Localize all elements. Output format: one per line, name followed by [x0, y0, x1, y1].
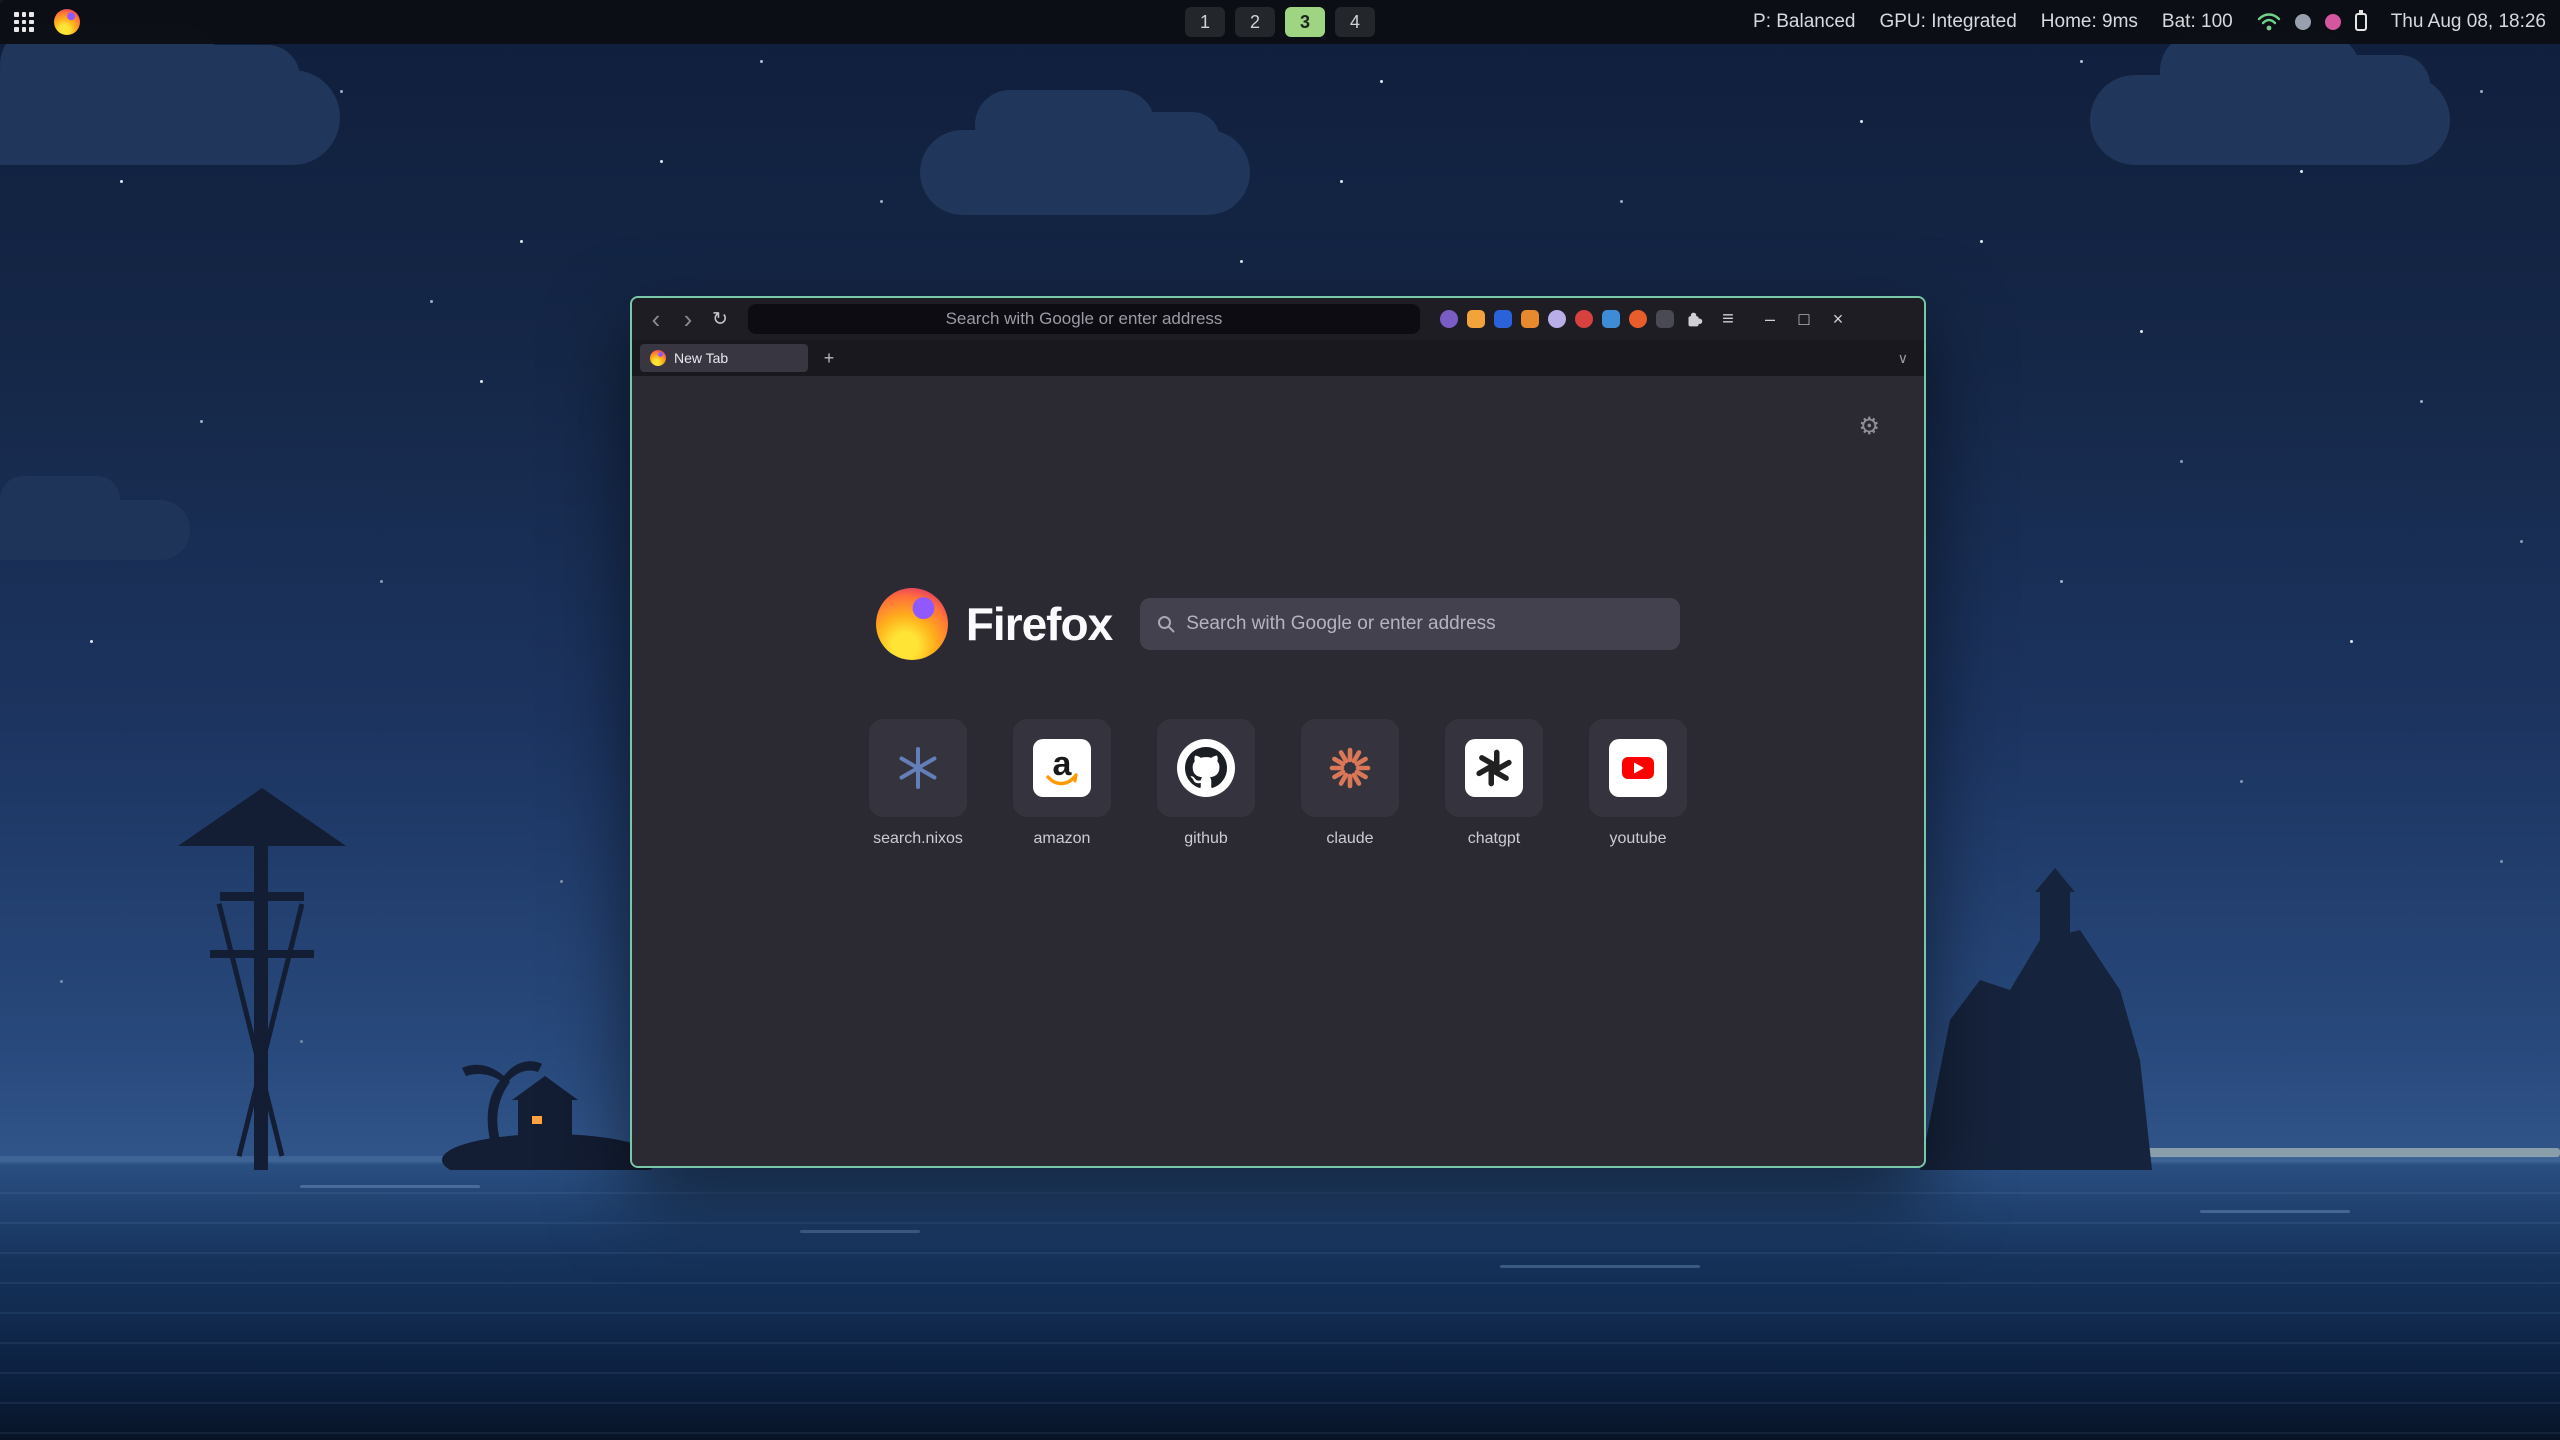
- firefox-wordmark: Firefox: [966, 597, 1112, 651]
- reload-button[interactable]: ↻: [706, 305, 734, 333]
- extension-icon-2[interactable]: [1467, 310, 1485, 328]
- url-bar[interactable]: [748, 304, 1420, 334]
- cloud: [920, 130, 1250, 215]
- new-tab-button[interactable]: +: [816, 345, 842, 371]
- newtab-hero: Firefox: [632, 588, 1924, 660]
- list-all-tabs-chevron-icon[interactable]: ∨: [1898, 350, 1908, 367]
- newtab-search-box[interactable]: [1140, 598, 1680, 650]
- workspace-switcher: 1 2 3 4: [1185, 0, 1375, 44]
- search-icon: [1156, 614, 1176, 634]
- shortcut-youtube[interactable]: youtube: [1589, 719, 1687, 848]
- hut-window-light: [532, 1116, 542, 1124]
- battery-icon[interactable]: [2355, 13, 2367, 31]
- extension-icon-8[interactable]: [1629, 310, 1647, 328]
- window-controls: – □ ×: [1756, 305, 1852, 333]
- youtube-icon: [1614, 744, 1662, 792]
- forward-button[interactable]: ›: [674, 305, 702, 333]
- bluetooth-icon[interactable]: [2295, 14, 2311, 30]
- tab-strip: New Tab + ∨: [632, 340, 1924, 376]
- shortcut-chatgpt[interactable]: chatgpt: [1445, 719, 1543, 848]
- claude-starburst-icon: [1326, 744, 1374, 792]
- workspace-button-1[interactable]: 1: [1185, 7, 1225, 37]
- extension-icon-6[interactable]: [1575, 310, 1593, 328]
- shortcut-claude[interactable]: claude: [1301, 719, 1399, 848]
- svg-text:a: a: [1053, 745, 1073, 783]
- openai-icon: [1472, 746, 1516, 790]
- close-button[interactable]: ×: [1824, 305, 1852, 333]
- app-launcher-icon[interactable]: [14, 12, 34, 32]
- gpu-module: GPU: Integrated: [1879, 11, 2016, 33]
- extension-icon-4[interactable]: [1521, 310, 1539, 328]
- newtab-search-input[interactable]: [1186, 613, 1664, 635]
- hamburger-menu-icon[interactable]: ≡: [1714, 305, 1742, 333]
- extension-row: ≡: [1440, 305, 1742, 333]
- extension-icon-3[interactable]: [1494, 310, 1512, 328]
- github-icon: [1185, 747, 1227, 789]
- maximize-button[interactable]: □: [1790, 305, 1818, 333]
- extension-icon-9[interactable]: [1656, 310, 1674, 328]
- cloud: [0, 500, 190, 560]
- extension-icon-7[interactable]: [1602, 310, 1620, 328]
- puzzle-extensions-icon[interactable]: [1683, 308, 1705, 330]
- firefox-logo: [876, 588, 948, 660]
- cloud: [2090, 75, 2450, 165]
- water-glint: [2200, 1210, 2350, 1213]
- firefox-window: ‹ › ↻: [630, 296, 1926, 1168]
- firefox-favicon: [650, 350, 666, 366]
- shortcut-search-nixos[interactable]: search.nixos: [869, 719, 967, 848]
- amazon-icon: a: [1038, 744, 1086, 792]
- island-hut-silhouette: [440, 1020, 660, 1170]
- shortcut-github[interactable]: github: [1157, 719, 1255, 848]
- rock-island-silhouette: [1890, 860, 2160, 1170]
- watchtower-silhouette: [150, 780, 380, 1170]
- wallpaper-ocean: [0, 1162, 2560, 1440]
- power-profile-module: P: Balanced: [1753, 11, 1855, 33]
- extension-icon-1[interactable]: [1440, 310, 1458, 328]
- desktop: 1 2 3 4 P: Balanced GPU: Integrated Home…: [0, 0, 2560, 1440]
- status-bar: 1 2 3 4 P: Balanced GPU: Integrated Home…: [0, 0, 2560, 44]
- workspace-button-4[interactable]: 4: [1335, 7, 1375, 37]
- wifi-icon[interactable]: [2257, 12, 2281, 32]
- water-glint: [800, 1230, 920, 1233]
- statusbar-right: P: Balanced GPU: Integrated Home: 9ms Ba…: [1753, 11, 2546, 33]
- pink-indicator-icon[interactable]: [2325, 14, 2341, 30]
- firefox-launcher-icon[interactable]: [54, 9, 80, 35]
- back-button[interactable]: ‹: [642, 305, 670, 333]
- cloud: [0, 70, 340, 165]
- shortcut-tiles: search.nixos a amazon: [632, 719, 1924, 848]
- water-glint: [1500, 1265, 1700, 1268]
- clock-module: Thu Aug 08, 18:26: [2391, 11, 2546, 33]
- shortcut-amazon[interactable]: a amazon: [1013, 719, 1111, 848]
- water-glint: [300, 1185, 480, 1188]
- personalize-gear-icon[interactable]: ⚙: [1858, 412, 1880, 441]
- battery-module: Bat: 100: [2162, 11, 2233, 33]
- tab-new-tab[interactable]: New Tab: [640, 344, 808, 372]
- nixos-snowflake-icon: [894, 744, 942, 792]
- browser-toolbar: ‹ › ↻: [632, 298, 1924, 340]
- statusbar-left: [14, 9, 80, 35]
- statusbar-tray: [2257, 12, 2367, 32]
- workspace-button-3-active[interactable]: 3: [1285, 7, 1325, 37]
- minimize-button[interactable]: –: [1756, 305, 1784, 333]
- newtab-page: ⚙ Firefox: [632, 376, 1924, 1166]
- workspace-button-2[interactable]: 2: [1235, 7, 1275, 37]
- extension-icon-5[interactable]: [1548, 310, 1566, 328]
- latency-module: Home: 9ms: [2041, 11, 2138, 33]
- tab-title: New Tab: [674, 350, 728, 366]
